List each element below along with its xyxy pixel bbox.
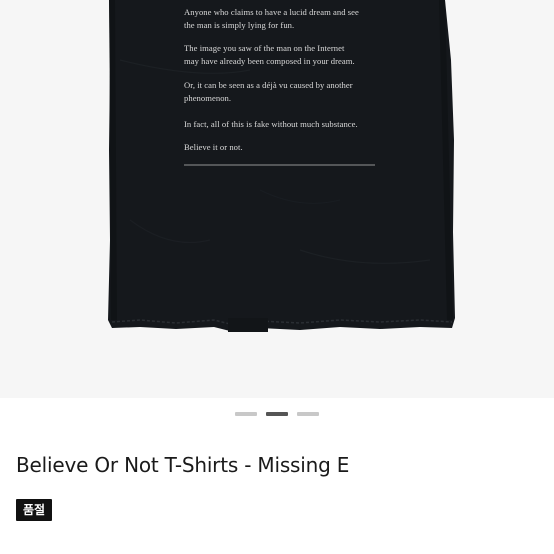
product-image-gallery[interactable]: Anyone who claims to have a lucid dream … [0,0,554,398]
print-text-line-5: Believe it or not. [184,142,243,152]
sold-out-badge: 품절 [16,499,53,521]
gallery-dot-2-active[interactable] [266,412,288,416]
gallery-dot-1[interactable] [235,412,257,416]
product-title: Believe Or Not T-Shirts - Missing E [16,453,350,477]
print-text-line-1: Anyone who claims to have a lucid dream … [184,7,359,30]
print-text-line-3: Or, it can be seen as a déjà vu caused b… [184,80,353,103]
product-page: Anyone who claims to have a lucid dream … [0,0,554,554]
print-text-line-4: In fact, all of this is fake without muc… [184,119,358,129]
gallery-pagination [0,412,554,416]
gallery-dot-3[interactable] [297,412,319,416]
print-text-line-2: The image you saw of the man on the Inte… [184,43,355,66]
